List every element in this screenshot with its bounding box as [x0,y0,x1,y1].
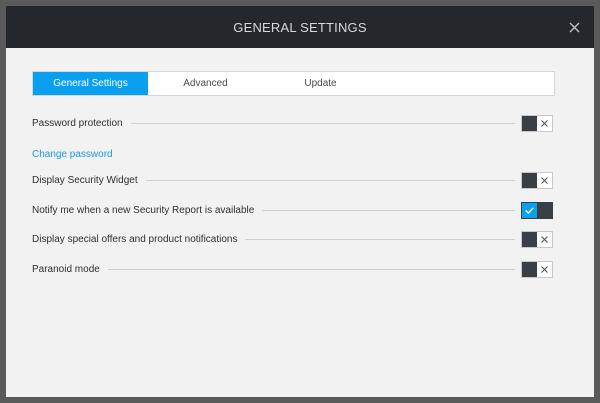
divider [262,209,515,211]
title-bar: GENERAL SETTINGS [6,6,594,48]
setting-label: Paranoid mode [32,263,100,275]
setting-row-security-widget: Display Security Widget [32,171,553,189]
security-widget-toggle[interactable] [521,171,553,189]
security-report-toggle[interactable] [521,201,553,219]
setting-label: Notify me when a new Security Report is … [32,204,255,216]
window-title: GENERAL SETTINGS [233,19,367,35]
setting-label: Password protection [32,117,123,129]
setting-label: Display Security Widget [32,174,138,186]
setting-row-password-protection: Password protection [32,114,553,132]
x-icon [541,119,549,127]
close-icon [569,22,579,32]
tab-advanced[interactable]: Advanced [148,72,263,95]
special-offers-toggle[interactable] [521,230,553,248]
tab-bar: General Settings Advanced Update [32,71,555,96]
tab-update[interactable]: Update [263,72,378,95]
check-icon [525,206,534,214]
x-icon [541,235,549,243]
setting-row-paranoid-mode: Paranoid mode [32,260,553,278]
close-button[interactable] [564,17,584,37]
setting-label: Display special offers and product notif… [32,233,238,245]
x-icon [541,265,549,273]
settings-window: GENERAL SETTINGS General Settings Advanc… [6,6,594,397]
x-icon [541,176,549,184]
divider [245,238,515,240]
tab-general-settings[interactable]: General Settings [33,72,148,95]
divider [145,179,515,181]
paranoid-mode-toggle[interactable] [521,260,553,278]
password-protection-toggle[interactable] [521,114,553,132]
divider [130,122,515,124]
change-password-link[interactable]: Change password [32,149,113,160]
divider [107,268,515,270]
setting-row-security-report: Notify me when a new Security Report is … [32,201,553,219]
setting-row-special-offers: Display special offers and product notif… [32,230,553,248]
